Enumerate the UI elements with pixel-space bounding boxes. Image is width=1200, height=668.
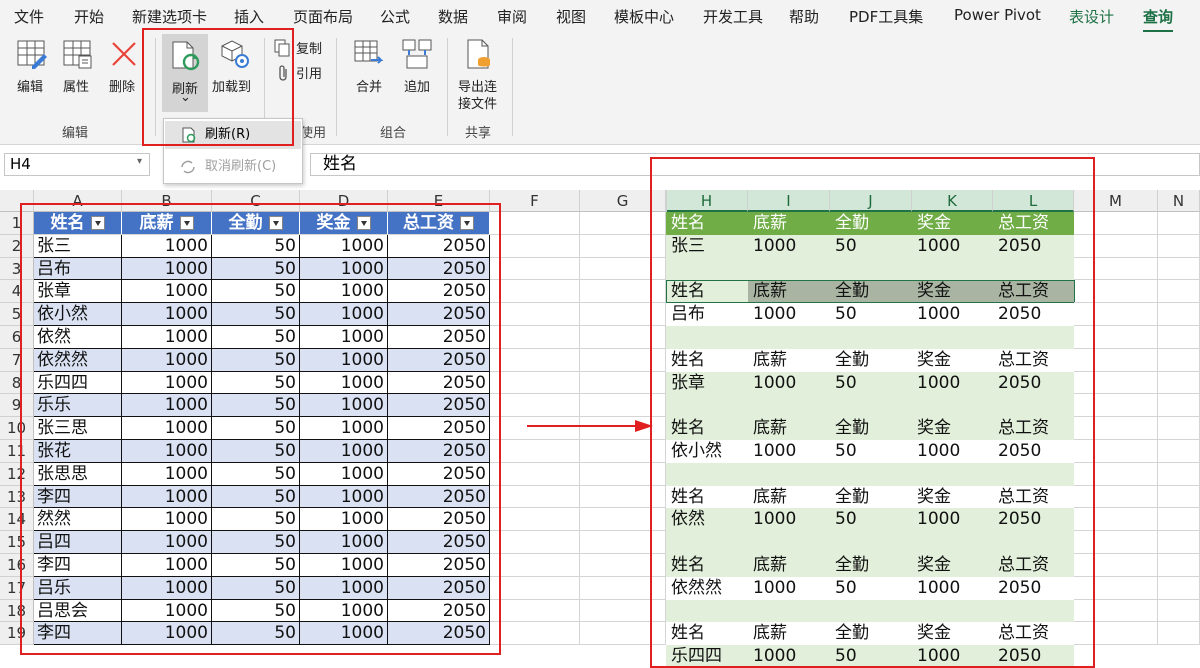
append-icon <box>402 39 432 69</box>
annotation-arrow <box>527 420 653 432</box>
name-box-dropdown-icon[interactable]: ▾ <box>137 156 142 167</box>
empty-cell[interactable] <box>490 348 580 372</box>
group-share-label: 共享 <box>465 126 492 141</box>
export-file-icon <box>467 39 490 69</box>
ribbon-tab-1[interactable]: 文件 <box>14 6 44 27</box>
empty-cell[interactable] <box>490 371 580 395</box>
merge-label: 合并 <box>356 80 383 95</box>
ribbon-tab-12[interactable]: 帮助 <box>789 6 819 27</box>
cancel-refresh-icon <box>181 160 195 174</box>
empty-cell[interactable] <box>490 622 580 646</box>
properties-button[interactable]: 属性 <box>56 38 100 98</box>
edit-button[interactable]: 编辑 <box>10 38 54 98</box>
empty-cell[interactable] <box>490 326 580 349</box>
append-label: 追加 <box>404 80 431 95</box>
column-header-F[interactable]: F <box>490 190 580 212</box>
ribbon-tab-10[interactable]: 模板中心 <box>614 6 674 27</box>
ribbon-tab-14[interactable]: Power Pivot <box>954 6 1041 24</box>
empty-cell[interactable] <box>1158 440 1200 463</box>
column-header-N[interactable]: N <box>1158 190 1200 212</box>
ribbon-tab-15[interactable]: 表设计 <box>1069 6 1114 27</box>
annotation-box-refresh <box>142 28 294 146</box>
empty-cell[interactable] <box>490 554 580 577</box>
empty-cell[interactable] <box>490 257 580 281</box>
delete-button[interactable]: 删除 <box>102 38 146 98</box>
ribbon-tab-16[interactable]: 查询 <box>1143 6 1174 33</box>
empty-cell[interactable] <box>1158 462 1200 486</box>
empty-cell[interactable] <box>1158 394 1200 418</box>
empty-cell[interactable] <box>490 280 580 304</box>
empty-cell[interactable] <box>1158 417 1200 440</box>
menu-item-cancel-refresh-label: 取消刷新(C) <box>205 159 277 174</box>
empty-cell[interactable] <box>490 531 580 554</box>
ribbon-tab-11[interactable]: 开发工具 <box>703 6 763 27</box>
empty-cell[interactable] <box>490 576 580 600</box>
annotation-box-source-table <box>20 203 501 655</box>
empty-cell[interactable] <box>1158 234 1200 258</box>
append-button[interactable]: 追加 <box>394 38 440 98</box>
empty-cell[interactable] <box>1158 554 1200 577</box>
empty-cell[interactable] <box>490 212 580 235</box>
empty-cell[interactable] <box>1158 348 1200 372</box>
table-properties-icon <box>63 40 92 69</box>
empty-cell[interactable] <box>1158 303 1200 326</box>
ribbon-tab-3[interactable]: 新建选项卡 <box>132 6 207 27</box>
empty-cell[interactable] <box>1158 531 1200 554</box>
empty-cell[interactable] <box>1158 326 1200 349</box>
empty-cell[interactable] <box>490 599 580 623</box>
ribbon-tab-9[interactable]: 视图 <box>556 6 586 27</box>
annotation-box-result-table <box>650 157 1095 668</box>
group-use-label: 使用 <box>300 126 327 141</box>
empty-cell[interactable] <box>1158 280 1200 304</box>
empty-cell[interactable] <box>490 508 580 532</box>
empty-cell[interactable] <box>1158 508 1200 532</box>
empty-cell[interactable] <box>490 234 580 258</box>
ribbon-tab-2[interactable]: 开始 <box>74 6 104 27</box>
empty-cell[interactable] <box>1158 599 1200 623</box>
delete-x-icon <box>112 42 136 66</box>
ribbon-tab-5[interactable]: 页面布局 <box>293 6 353 27</box>
copy-label: 复制 <box>296 42 323 57</box>
empty-cell[interactable] <box>490 485 580 509</box>
properties-label: 属性 <box>63 80 90 95</box>
empty-cell[interactable] <box>1158 576 1200 600</box>
delete-label: 删除 <box>109 80 136 95</box>
group-edit-label: 编辑 <box>62 126 89 141</box>
empty-cell[interactable] <box>1158 485 1200 509</box>
group-combine-label: 组合 <box>380 126 407 141</box>
table-edit-icon <box>17 40 47 69</box>
merge-button[interactable]: 合并 <box>346 38 392 98</box>
ribbon-tab-4[interactable]: 插入 <box>234 6 264 27</box>
ribbon-tab-6[interactable]: 公式 <box>380 6 410 27</box>
empty-cell[interactable] <box>490 462 580 486</box>
empty-cell[interactable] <box>1158 257 1200 281</box>
group-separator <box>512 38 513 136</box>
merge-icon <box>354 40 384 64</box>
empty-cell[interactable] <box>490 440 580 463</box>
empty-cell[interactable] <box>1158 622 1200 646</box>
empty-cell[interactable] <box>1158 371 1200 395</box>
empty-cell[interactable] <box>490 303 580 326</box>
name-box[interactable]: H4 <box>4 153 150 176</box>
group-separator <box>447 38 448 136</box>
export-connection-button[interactable]: 导出连 接文件 <box>452 38 506 114</box>
empty-cell[interactable] <box>1158 212 1200 235</box>
ribbon-tab-7[interactable]: 数据 <box>438 6 468 27</box>
edit-label: 编辑 <box>17 80 44 95</box>
menu-item-cancel-refresh[interactable]: 取消刷新(C) <box>165 153 301 181</box>
ribbon-tab-8[interactable]: 审阅 <box>497 6 527 27</box>
ribbon-tab-13[interactable]: PDF工具集 <box>849 6 923 27</box>
group-separator <box>336 38 337 136</box>
export-label-line2: 接文件 <box>458 97 498 112</box>
empty-cell[interactable] <box>490 394 580 418</box>
reference-label: 引用 <box>296 67 323 82</box>
